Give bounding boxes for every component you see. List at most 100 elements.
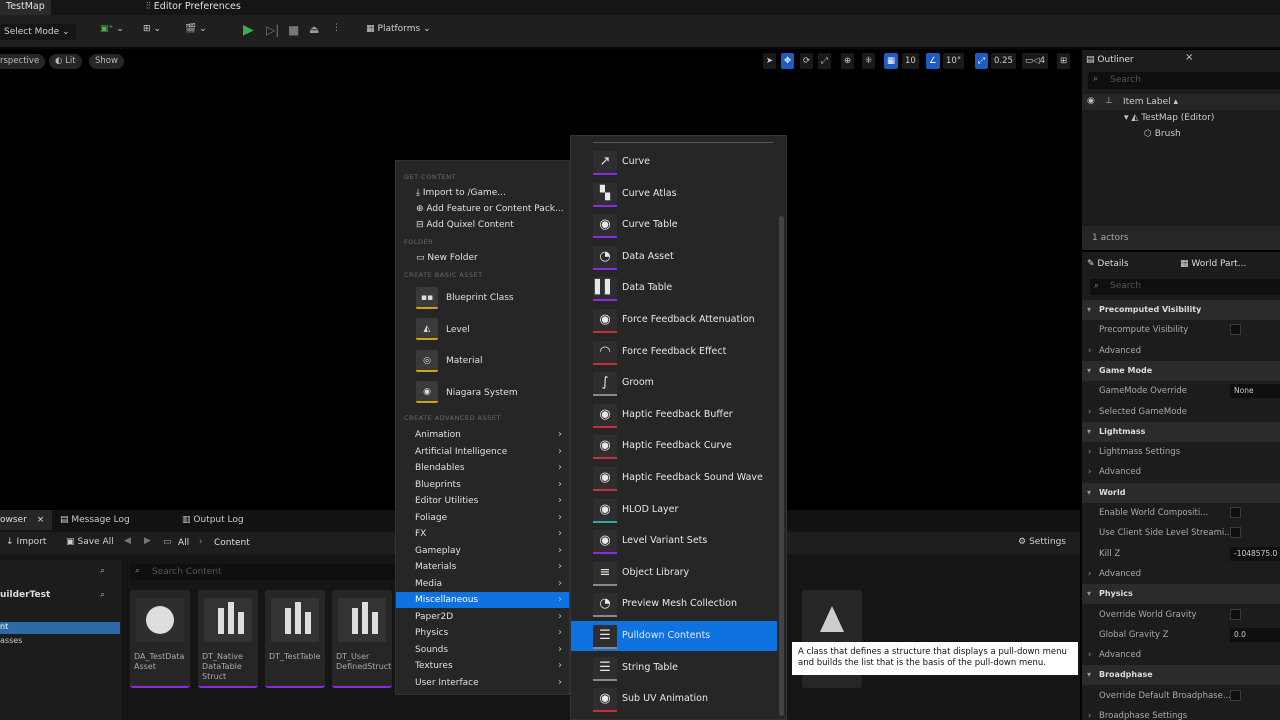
pin-icon[interactable]: ⊥ [1105,96,1113,106]
menu-category-item[interactable]: Paper2D › [396,609,569,625]
submenu-item[interactable]: ◉ Haptic Feedback Buffer [571,400,777,430]
add-content-button[interactable]: ▣⁺ ⌄ [100,24,124,34]
grid-snap-toggle[interactable]: ▦ [884,53,899,69]
submenu-item[interactable]: ◉ Sub UV Animation [571,684,777,714]
breadcrumb-content[interactable]: Content [214,538,250,548]
close-icon[interactable]: × [1185,52,1193,63]
menu-category-item[interactable]: Sounds › [396,642,569,658]
menu-item-import[interactable]: ⤓ Import to /Game... [416,185,506,201]
lit-button[interactable]: ◐ Lit [49,54,82,69]
menu-category-item[interactable]: Animation › [396,427,569,443]
property-checkbox[interactable] [1230,527,1241,539]
details-section-header[interactable]: ▾ Lightmass [1082,421,1280,442]
details-property-row[interactable]: › Lightmass Settings [1082,442,1280,462]
select-tool-icon[interactable]: ➤ [763,53,777,69]
submenu-item[interactable]: ≡ Object Library [571,558,777,588]
details-property-row[interactable]: Use Client Side Level Streami... [1082,523,1280,543]
details-property-row[interactable]: › Advanced [1082,645,1280,665]
submenu-scrollbar[interactable] [779,216,784,716]
blueprint-button[interactable]: ⊞ ⌄ [143,24,161,34]
details-property-row[interactable]: GameMode Override None [1082,381,1280,401]
property-checkbox[interactable] [1230,507,1241,518]
submenu-item[interactable]: ◠ Force Feedback Effect [571,337,777,367]
menu-item-basic-asset[interactable]: ◭ Level [416,316,470,344]
history-forward-icon[interactable]: ▶ [144,536,151,546]
details-tab[interactable]: ✎ Details [1087,255,1129,273]
submenu-item[interactable]: ◔ Preview Mesh Collection [571,589,777,619]
search-icon[interactable]: ⌕ [100,566,105,576]
menu-item-basic-asset[interactable]: ◉ Niagara System [416,379,518,407]
camera-speed-button[interactable]: ▭◁4 [1022,53,1048,69]
menu-item-add-feature[interactable]: ⊕ Add Feature or Content Pack... [416,201,564,217]
menu-category-item[interactable]: User Interface › [396,675,569,691]
close-icon[interactable]: × [37,515,45,525]
menu-category-item[interactable]: Editor Utilities › [396,493,569,509]
submenu-item[interactable]: ◉ HLOD Layer [571,495,777,525]
property-value-field[interactable]: -1048575.0 [1230,546,1280,561]
menu-item-basic-asset[interactable]: ▪▪ Blueprint Class [416,284,514,312]
eye-icon[interactable]: ◉ [1087,96,1095,106]
search-icon[interactable]: ⌕ [100,590,105,600]
property-checkbox[interactable] [1230,324,1241,336]
menu-category-item[interactable]: Textures › [396,658,569,674]
rotation-snap-toggle[interactable]: ∠ [926,53,940,69]
tab-editor-preferences[interactable]: ⫶⫶ Editor Preferences [140,0,247,15]
submenu-item[interactable]: ☰ String Table [571,653,777,683]
menu-item-add-quixel[interactable]: ⊟ Add Quixel Content [416,217,514,233]
menu-category-item[interactable]: Media › [396,576,569,592]
maximize-viewport-icon[interactable]: ⊞ [1057,53,1071,69]
menu-category-item[interactable]: Materials › [396,559,569,575]
submenu-item[interactable]: ◉ Curve Table [571,210,777,240]
submenu-item[interactable]: ◉ Haptic Feedback Curve [571,431,777,461]
rotate-tool-icon[interactable]: ⟳ [800,53,814,69]
select-mode-dropdown[interactable]: Select Mode ⌄ [0,24,76,40]
submenu-item[interactable]: ▚ Curve Atlas [571,179,777,209]
details-section-header[interactable]: ▾ World [1082,482,1280,503]
details-search-input[interactable]: ⌕ Search [1090,279,1280,295]
property-checkbox[interactable] [1230,689,1241,701]
scale-snap-value[interactable]: 0.25 [991,53,1016,69]
details-property-row[interactable]: Precompute Visibility [1082,320,1280,340]
show-button[interactable]: Show [89,54,124,69]
import-button[interactable]: ↓ Import [6,537,46,547]
content-search-input[interactable]: ⌕ Search Content [130,564,395,580]
submenu-item[interactable]: ∫ Groom [571,368,777,398]
details-property-row[interactable]: › Advanced [1082,341,1280,361]
menu-category-item[interactable]: Foliage › [396,510,569,526]
submenu-item[interactable]: ◉ Force Feedback Attenuation [571,305,777,335]
tree-item-content[interactable]: nt [0,622,120,634]
grid-snap-value[interactable]: 10 [902,53,919,69]
cinematics-button[interactable]: 🎬 ⌄ [185,24,207,34]
menu-item-new-folder[interactable]: ▭ New Folder [416,250,478,266]
details-section-header[interactable]: ▾ Physics [1082,584,1280,605]
details-section-header[interactable]: ▾ Broadphase [1082,665,1280,686]
history-back-icon[interactable]: ◀ [124,536,131,546]
stop-button[interactable]: ■ [288,23,299,37]
details-property-row[interactable]: Override World Gravity [1082,605,1280,625]
perspective-button[interactable]: rspective [0,54,46,69]
play-button[interactable]: ▶ [243,22,254,38]
settings-button[interactable]: ⚙ Settings [1018,537,1066,547]
eject-button[interactable]: ⏏ [309,23,319,36]
move-tool-icon[interactable]: ✥ [781,53,795,69]
breadcrumb-all[interactable]: All [178,538,189,548]
property-value-field[interactable]: 0.0 [1230,627,1280,642]
property-checkbox[interactable] [1230,608,1241,620]
play-options-button[interactable]: ⋮ [332,23,341,33]
asset-tile[interactable]: DA_TestData Asset [130,590,190,688]
asset-tile[interactable]: DT_User DefinedStruct [332,590,392,688]
outliner-item-testmap[interactable]: ▾ ◭ TestMap (Editor) [1124,113,1214,123]
world-space-icon[interactable]: ⊕ [841,53,855,69]
details-property-row[interactable]: Kill Z -1048575.0 [1082,544,1280,564]
submenu-item[interactable]: ◔ Data Asset [571,242,777,272]
item-label-column[interactable]: Item Label ▴ [1123,97,1178,107]
scale-snap-toggle[interactable]: ⤢ [975,53,988,69]
menu-category-item[interactable]: Gameplay › [396,543,569,559]
menu-category-item[interactable]: Physics › [396,625,569,641]
details-property-row[interactable]: Enable World Compositi... [1082,503,1280,523]
tab-message-log[interactable]: ▤ Message Log [60,510,130,530]
save-all-button[interactable]: ▣ Save All [66,537,114,547]
asset-tile[interactable]: DT_Native DataTable Struct [198,590,258,688]
tab-testmap[interactable]: TestMap [0,0,51,15]
outliner-item-brush[interactable]: ⬡ Brush [1144,129,1181,139]
